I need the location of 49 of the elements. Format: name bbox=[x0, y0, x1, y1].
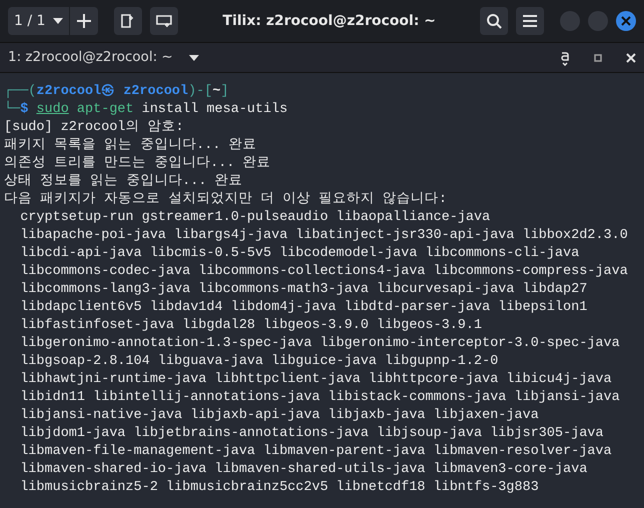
caret-icon bbox=[53, 18, 64, 24]
prompt-frame: )-[ bbox=[188, 84, 212, 99]
output-line: libcdi-api-java libcmis-0.5-5v5 libcodemodel-java libcommons-cli-java bbox=[19, 246, 580, 261]
close-button[interactable] bbox=[616, 11, 636, 31]
session-dropdown[interactable]: 1 / 1 bbox=[8, 7, 70, 35]
output-line: libidn11 libintellij-annotations-java libistack-commons-java libjansi-java bbox=[19, 390, 620, 405]
output-line: 다음 패키지가 자동으로 설치되었지만 더 이상 필요하지 않습니다: bbox=[4, 192, 447, 207]
plus-icon bbox=[76, 13, 92, 29]
add-terminal-right-button[interactable] bbox=[114, 7, 142, 35]
prompt-frame: ] bbox=[220, 84, 229, 99]
output-line: libdapclient6v5 libdav1d4 libdom4j-java libdtd-parser-java libepsilon1 bbox=[19, 300, 588, 315]
output-line: libmaven-shared-io-java libmaven-shared-utils-java libmaven3-core-java bbox=[19, 462, 588, 477]
command-text: sudo bbox=[36, 102, 69, 117]
output-line: libmaven-file-management-java libmaven-parent-java libmaven-resolver-java bbox=[19, 444, 612, 459]
output-line: 상태 정보를 읽는 중입니다... 완료 bbox=[4, 174, 243, 189]
prompt-frame: ┌──( bbox=[4, 84, 36, 99]
read-only-icon[interactable] bbox=[560, 50, 570, 66]
output-line: libmusicbrainz5-2 libmusicbrainz5cc2v5 libnetcdf18 libntfs-3g883 bbox=[19, 480, 539, 495]
output-line: libgeronimo-annotation-1.3-spec-java libgeronimo-interceptor-3.0-spec-java bbox=[19, 336, 620, 351]
prompt-user: $ bbox=[20, 102, 28, 117]
split-icon bbox=[156, 13, 172, 29]
output-line: libgsoap-2.8.104 libguava-java libguice-java libgupnp-1.2-0 bbox=[19, 354, 498, 369]
output-line: libcommons-codec-java libcommons-collections4-java libcommons-compress-java bbox=[19, 264, 628, 279]
window-title: Tilix: z2rocool@z2rocool: ~ bbox=[222, 12, 437, 30]
prompt-frame: └─ bbox=[4, 102, 20, 117]
output-line: libjdom1-java libjetbrains-annotations-java libjsoup-java libjsr305-java bbox=[19, 426, 604, 441]
close-icon[interactable] bbox=[626, 52, 636, 62]
output-line: libhawtjni-runtime-java libhttpclient-java libhttpcore-java libicu4j-java bbox=[19, 372, 612, 387]
search-button[interactable] bbox=[480, 7, 508, 35]
menu-button[interactable] bbox=[516, 7, 544, 35]
maximize-icon[interactable] bbox=[594, 54, 602, 62]
menu-icon bbox=[522, 14, 538, 28]
output-line: libcommons-lang3-java libcommons-math3-java libcurvesapi-java libdap27 bbox=[19, 282, 588, 297]
output-line: 의존성 트리를 만드는 중입니다... 완료 bbox=[4, 156, 271, 171]
output-line: cryptsetup-run gstreamer1.0-pulseaudio libaopalliance-java bbox=[19, 210, 490, 225]
add-button[interactable] bbox=[70, 7, 98, 35]
terminal-title[interactable]: 1: z2rocool@z2rocool: ~ bbox=[8, 47, 173, 68]
prompt-path: ~ bbox=[212, 84, 221, 99]
search-icon bbox=[486, 13, 502, 29]
output-line: libfastinfoset-java libgdal28 libgeos-3.9.0 libgeos-3.9.1 bbox=[19, 318, 482, 333]
add-terminal-down-button[interactable] bbox=[150, 7, 178, 35]
output-line: libapache-poi-java libargs4j-java libatinject-jsr330-api-java libbox2d2.3.0 bbox=[19, 228, 628, 243]
output-line: 패키지 목록을 읽는 중입니다... 완료 bbox=[4, 138, 257, 153]
command-text: apt-get bbox=[76, 102, 134, 117]
output-line: [sudo] z2rocool의 암호: bbox=[4, 120, 184, 135]
output-line: libjansi-native-java libjaxb-api-java libjaxb-java libjaxen-java bbox=[19, 408, 539, 423]
prompt-user: z2rocool㉿ z2rocool bbox=[36, 84, 188, 99]
dropdown-caret-icon[interactable] bbox=[188, 54, 199, 60]
command-text: install mesa-utils bbox=[140, 102, 288, 117]
